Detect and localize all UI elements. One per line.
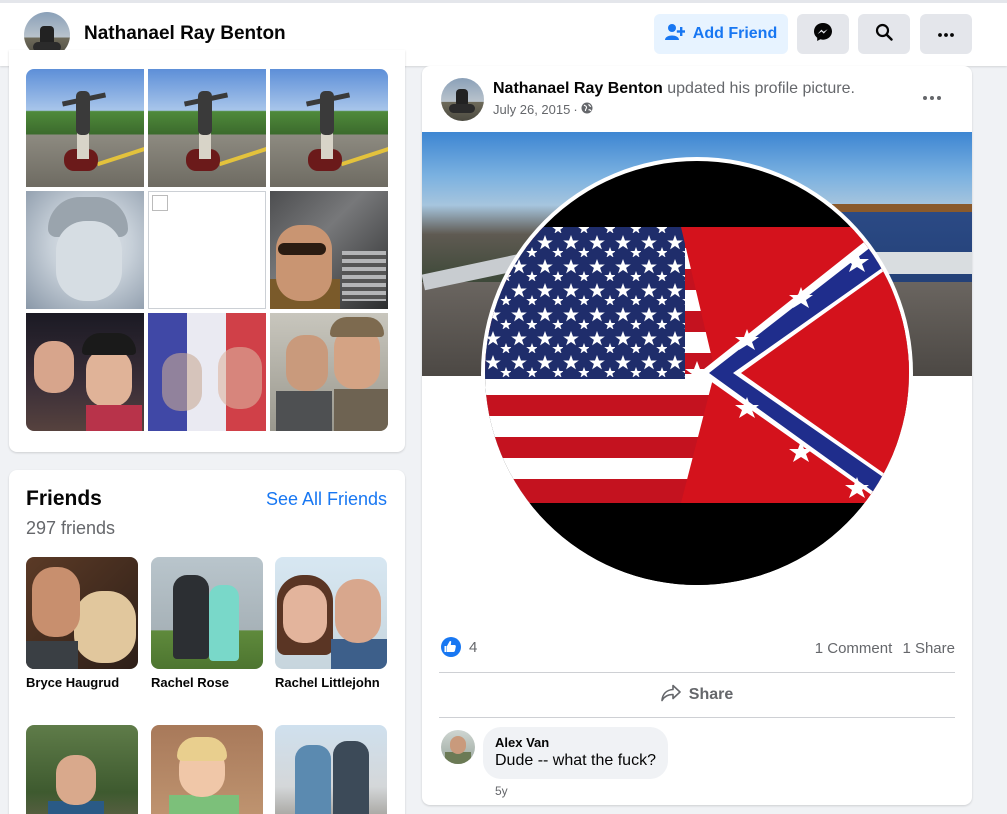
meta-separator: ·: [573, 102, 578, 117]
friends-title[interactable]: Friends: [26, 487, 102, 511]
share-icon: [660, 684, 681, 707]
photo-thumbnail[interactable]: [26, 191, 144, 309]
post-author-avatar[interactable]: [441, 78, 484, 121]
friend-photo[interactable]: [26, 725, 138, 814]
add-friend-label: Add Friend: [692, 25, 778, 42]
friend-tile[interactable]: Rachel Littlejohn: [275, 557, 387, 690]
friend-tile[interactable]: Bryce Haugrud: [26, 557, 138, 690]
post-author-name[interactable]: Nathanael Ray Benton: [493, 80, 663, 97]
photo-thumbnail-placeholder[interactable]: [148, 191, 266, 309]
comment-bubble: Alex Van Dude -- what the fuck?: [483, 727, 668, 779]
photos-card: [9, 50, 405, 452]
comments-count-link[interactable]: 1 Comment: [815, 640, 893, 657]
add-friend-button[interactable]: Add Friend: [654, 14, 788, 54]
friend-tile[interactable]: Rachel Rose: [151, 557, 263, 690]
friend-photo[interactable]: [275, 557, 387, 669]
broken-image-icon: [152, 195, 168, 211]
photo-thumbnail[interactable]: [270, 191, 388, 309]
see-all-friends-link[interactable]: See All Friends: [266, 489, 387, 510]
reactions-summary[interactable]: 4: [441, 637, 477, 657]
add-friend-icon: [664, 23, 686, 46]
shares-count-link[interactable]: 1 Share: [902, 640, 955, 657]
friend-name[interactable]: Rachel Rose: [151, 675, 263, 690]
post-action-text: updated his profile picture.: [662, 80, 855, 97]
share-label: Share: [688, 686, 734, 703]
friend-photo[interactable]: [26, 557, 138, 669]
photo-thumbnail[interactable]: [148, 69, 266, 187]
like-count[interactable]: 4: [469, 639, 477, 656]
photo-thumbnail[interactable]: [270, 313, 388, 431]
comment-text: Dude -- what the fuck?: [495, 752, 656, 769]
like-reaction-icon: [441, 637, 461, 657]
post-options-button[interactable]: [922, 88, 942, 106]
divider: [439, 717, 955, 718]
message-button[interactable]: [797, 14, 849, 54]
more-icon: [937, 25, 955, 43]
friend-name[interactable]: Rachel Littlejohn: [275, 675, 387, 690]
engagement-counts: 1 Comment 1 Share: [815, 640, 955, 657]
post-card: Nathanael Ray Benton updated his profile…: [422, 66, 972, 805]
post-headline: Nathanael Ray Benton updated his profile…: [493, 80, 855, 98]
photo-thumbnail[interactable]: [26, 313, 144, 431]
comment-timestamp[interactable]: 5y: [495, 784, 508, 798]
messenger-icon: [813, 22, 833, 47]
more-icon: [922, 88, 942, 105]
friend-tile[interactable]: [275, 725, 387, 814]
post-date[interactable]: July 26, 2015: [493, 102, 570, 117]
photo-thumbnail[interactable]: [26, 69, 144, 187]
photo-thumbnail[interactable]: [148, 313, 266, 431]
friend-photo[interactable]: [275, 725, 387, 814]
friend-photo[interactable]: [151, 557, 263, 669]
post-meta: July 26, 2015 ·: [493, 102, 593, 117]
search-button[interactable]: [858, 14, 910, 54]
friends-count: 297 friends: [26, 518, 116, 538]
photo-thumbnail[interactable]: [270, 69, 388, 187]
comment-author[interactable]: Alex Van: [495, 735, 656, 750]
friend-name[interactable]: Bryce Haugrud: [26, 675, 138, 690]
search-icon: [875, 23, 893, 46]
commenter-avatar[interactable]: [441, 730, 475, 764]
friend-tile[interactable]: [151, 725, 263, 814]
friends-card: Friends See All Friends 297 friends Bryc…: [9, 470, 405, 814]
friend-tile[interactable]: [26, 725, 138, 814]
friend-photo[interactable]: [151, 725, 263, 814]
globe-icon[interactable]: [581, 102, 593, 117]
share-button[interactable]: Share: [439, 673, 955, 717]
profile-name[interactable]: Nathanael Ray Benton: [84, 23, 286, 45]
flag-image: [485, 161, 909, 585]
profile-picture[interactable]: [481, 157, 913, 589]
more-options-button[interactable]: [920, 14, 972, 54]
